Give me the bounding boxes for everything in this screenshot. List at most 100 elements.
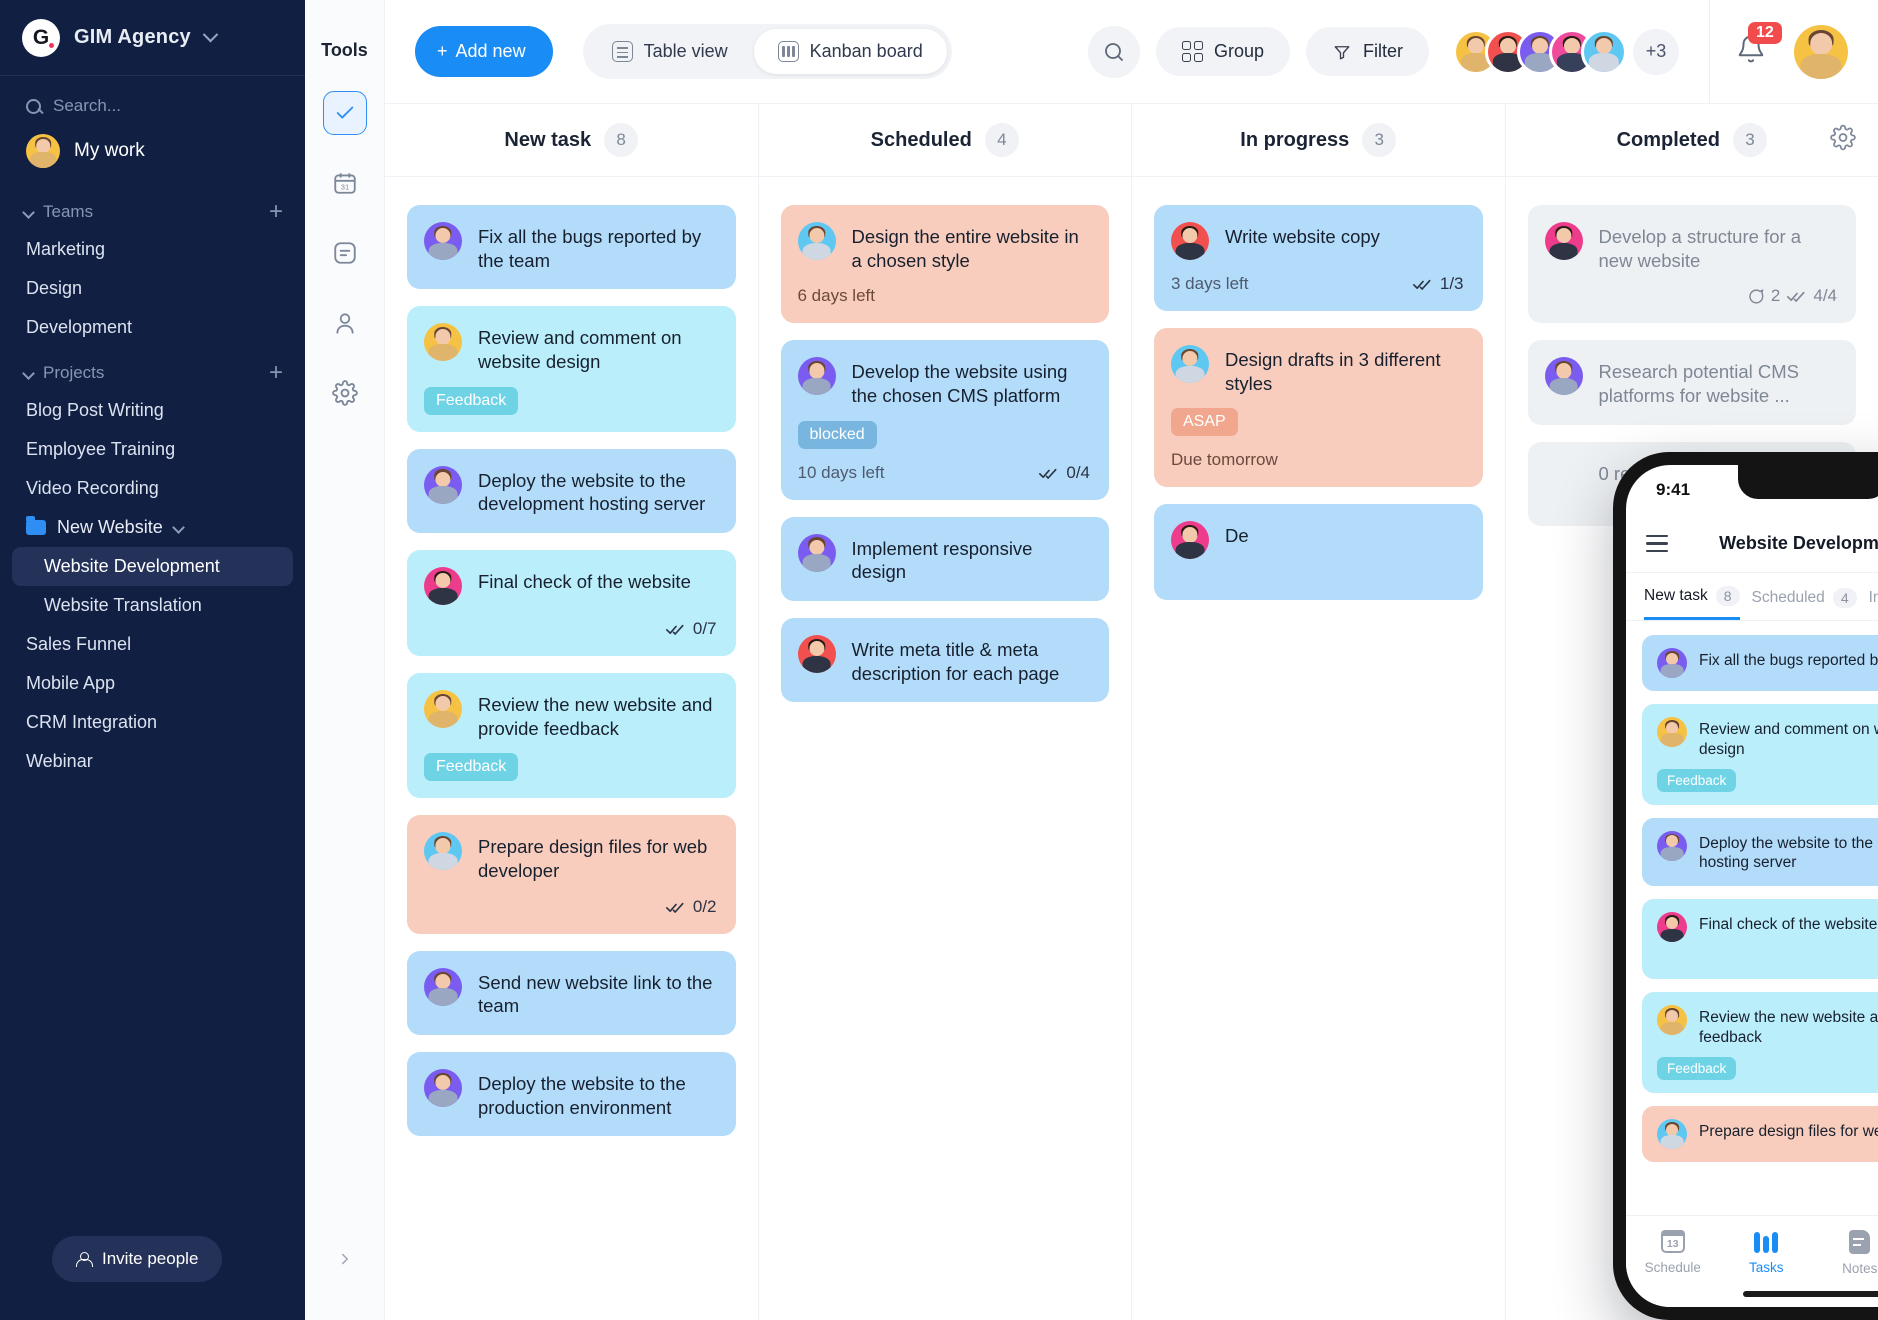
phone-tab-label: Scheduled <box>1751 588 1825 606</box>
avatar <box>1657 1005 1687 1036</box>
avatar <box>424 222 462 260</box>
add-project-button[interactable]: + <box>269 361 283 385</box>
sidebar-search[interactable]: Search... <box>0 76 305 124</box>
column-count: 3 <box>1732 123 1767 157</box>
avatars-overflow-count[interactable]: +3 <box>1633 28 1679 75</box>
hamburger-icon[interactable] <box>1646 534 1668 553</box>
task-card[interactable]: Final check of the website 0/7 <box>407 550 736 657</box>
invite-people-button[interactable]: Invite people <box>52 1236 223 1282</box>
workspace-switcher[interactable]: G GIM Agency <box>0 0 305 76</box>
avatar <box>424 690 462 729</box>
rail-notes-icon[interactable] <box>323 231 367 275</box>
filter-icon <box>1332 43 1352 61</box>
phone-home-indicator <box>1743 1291 1878 1297</box>
task-card[interactable]: De <box>1154 504 1483 601</box>
rail-tasks-check-icon[interactable] <box>322 91 367 135</box>
task-due: 6 days left <box>797 286 876 306</box>
task-card[interactable]: Deploy the website to the production env… <box>407 1052 736 1137</box>
column-cards: Design the entire website in a chosen st… <box>759 177 1132 730</box>
view-switcher: Table view Kanban board <box>582 24 952 79</box>
member-avatars[interactable] <box>1453 28 1627 75</box>
search-button[interactable] <box>1087 25 1140 78</box>
task-card[interactable]: Write website copy 3 days left 1/3 <box>1154 205 1483 311</box>
board-settings-gear-icon[interactable] <box>1830 124 1856 156</box>
search-placeholder: Search... <box>53 96 122 115</box>
teams-section-header[interactable]: Teams + <box>0 186 305 230</box>
task-card[interactable]: Prepare design files for web developer 0… <box>407 815 736 934</box>
task-card[interactable]: Research potential CMS platforms for web… <box>1527 340 1856 425</box>
double-check-icon <box>1039 468 1057 479</box>
task-card[interactable]: Develop a structure for a new website 2 … <box>1527 205 1856 324</box>
task-title: Send new website link to the team <box>478 971 713 1017</box>
phone-task-card[interactable]: Review the new website and provide feedb… <box>1642 992 1878 1093</box>
avatar[interactable] <box>1581 28 1627 75</box>
profile-avatar[interactable] <box>1794 24 1848 79</box>
task-card[interactable]: Design the entire website in a chosen st… <box>780 205 1109 324</box>
sidebar-item-video-recording[interactable]: Video Recording <box>0 469 305 508</box>
task-card[interactable]: Write meta title & meta description for … <box>780 618 1109 703</box>
kanban-column-new-task: New task 8 Fix all the bugs reported by … <box>385 104 759 1320</box>
task-card[interactable]: Send new website link to the team <box>407 950 736 1036</box>
rail-settings-icon[interactable] <box>323 371 367 415</box>
phone-nav-schedule[interactable]: 13 Schedule <box>1626 1230 1720 1275</box>
chevron-down-icon <box>202 26 219 43</box>
phone-task-card[interactable]: Fix all the bugs reported by the team <box>1642 635 1878 691</box>
phone-screen: 9:41 Website Development New task <box>1626 465 1878 1307</box>
task-card[interactable]: Deploy the website to the development ho… <box>407 448 736 534</box>
sidebar-item-website-translation[interactable]: Website Translation <box>0 586 305 625</box>
double-check-icon <box>1412 279 1431 290</box>
sidebar-item-blog-post-writing[interactable]: Blog Post Writing <box>0 391 305 430</box>
task-card[interactable]: Review and comment on website design Fee… <box>407 306 736 432</box>
add-new-button[interactable]: + Add new <box>415 26 553 77</box>
task-checklist: 0/2 <box>665 897 717 917</box>
filter-button[interactable]: Filter <box>1306 27 1429 76</box>
phone-tab-scheduled[interactable]: Scheduled 4 <box>1751 587 1857 619</box>
sidebar-item-sales-funnel[interactable]: Sales Funnel <box>0 625 305 664</box>
phone-task-card[interactable]: Prepare design files for web developer <box>1642 1105 1878 1162</box>
projects-section-header[interactable]: Projects + <box>0 347 305 391</box>
sidebar-item-marketing[interactable]: Marketing <box>0 230 305 269</box>
task-card[interactable]: Design drafts in 3 different styles ASAP… <box>1154 328 1483 488</box>
tab-table-view[interactable]: Table view <box>588 29 752 74</box>
sidebar-item-development[interactable]: Development <box>0 308 305 347</box>
avatar <box>1657 830 1687 861</box>
sidebar-item-design[interactable]: Design <box>0 269 305 308</box>
phone-task-card[interactable]: Deploy the website to the development ho… <box>1642 817 1878 887</box>
task-card[interactable]: Implement responsive design <box>780 516 1109 602</box>
sidebar-item-webinar[interactable]: Webinar <box>0 742 305 781</box>
rail-calendar-icon[interactable]: 31 <box>323 161 367 205</box>
phone-nav-notes[interactable]: Notes <box>1813 1230 1878 1276</box>
notifications-button[interactable]: 12 <box>1736 22 1782 69</box>
phone-tab-new-task[interactable]: New task 8 <box>1644 586 1740 620</box>
task-tag: Feedback <box>424 386 519 415</box>
phone-nav-tasks[interactable]: Tasks <box>1720 1230 1814 1275</box>
task-card[interactable]: Develop the website using the chosen CMS… <box>780 340 1109 500</box>
phone-task-card[interactable]: Review and comment on website design Fee… <box>1642 704 1878 805</box>
avatar <box>26 134 60 168</box>
column-count: 4 <box>984 123 1019 157</box>
avatar <box>797 357 836 396</box>
task-card[interactable]: Review the new website and provide feedb… <box>407 673 736 799</box>
rail-expand-chevron-right-icon[interactable] <box>332 1246 358 1272</box>
phone-tab-in-progress[interactable]: In progress 3 <box>1869 588 1878 619</box>
task-tag: ASAP <box>1171 408 1238 437</box>
avatar <box>1657 912 1687 943</box>
sidebar-item-crm-integration[interactable]: CRM Integration <box>0 703 305 742</box>
phone-tab-label: New task <box>1644 587 1708 604</box>
sidebar-item-mobile-app[interactable]: Mobile App <box>0 664 305 703</box>
avatar <box>1544 222 1583 260</box>
sidebar-folder-new-website[interactable]: New Website <box>0 508 305 547</box>
double-check-icon <box>665 624 684 635</box>
rail-contacts-icon[interactable] <box>323 301 367 345</box>
column-title: In progress <box>1240 128 1350 151</box>
phone-task-card[interactable]: Final check of the website 0/7 <box>1642 899 1878 980</box>
sidebar-item-website-development[interactable]: Website Development <box>12 547 293 586</box>
add-team-button[interactable]: + <box>269 200 283 224</box>
tab-kanban-board[interactable]: Kanban board <box>753 29 947 74</box>
chevron-down-icon <box>171 521 185 534</box>
task-card[interactable]: Fix all the bugs reported by the team <box>407 205 736 290</box>
sidebar-item-my-work[interactable]: My work <box>0 124 305 186</box>
kanban-board-icon <box>777 41 799 62</box>
group-button[interactable]: Group <box>1155 27 1290 76</box>
sidebar-item-employee-training[interactable]: Employee Training <box>0 430 305 469</box>
